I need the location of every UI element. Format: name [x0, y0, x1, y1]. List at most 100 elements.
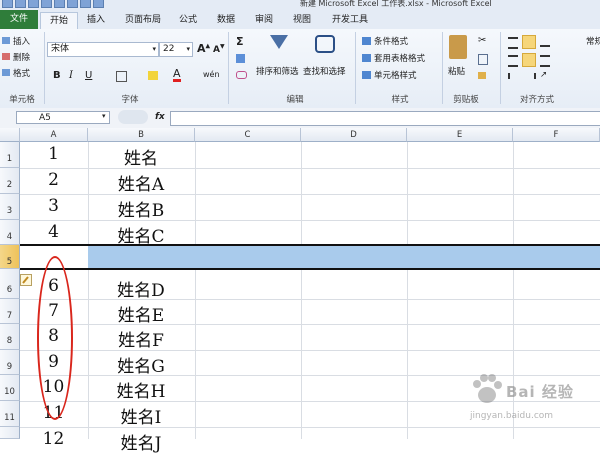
- new-icon[interactable]: [54, 0, 65, 8]
- delete-cells-button[interactable]: 删除: [13, 51, 30, 63]
- grid-line: [407, 142, 408, 439]
- cell-a3[interactable]: 3: [20, 196, 87, 216]
- format-painter-icon[interactable]: [478, 72, 486, 79]
- print-icon[interactable]: [80, 0, 91, 8]
- bold-icon[interactable]: B: [53, 70, 61, 81]
- align-right-icon[interactable]: [540, 55, 550, 67]
- watermark-url: jingyan.baidu.com: [470, 411, 554, 421]
- align-center-icon[interactable]: [522, 53, 536, 67]
- cell-b3[interactable]: 姓名B: [88, 196, 194, 221]
- cell-b7[interactable]: 姓名E: [88, 301, 194, 326]
- cell-styles-button[interactable]: 单元格样式: [374, 69, 417, 81]
- column-header-f[interactable]: F: [513, 128, 600, 142]
- cell-styles-icon: [362, 71, 371, 79]
- group-divider: [228, 32, 229, 104]
- clear-icon[interactable]: [236, 71, 247, 79]
- number-format-select[interactable]: 常规: [586, 35, 600, 47]
- column-header-b[interactable]: B: [88, 128, 195, 142]
- cell-a4[interactable]: 4: [20, 222, 87, 242]
- align-left-icon[interactable]: [508, 55, 518, 67]
- quick-access-toolbar: [2, 0, 104, 8]
- increase-indent-icon[interactable]: [524, 73, 536, 79]
- tab-formulas[interactable]: 公式: [176, 12, 200, 28]
- borders-icon[interactable]: [116, 71, 127, 82]
- cell-b8[interactable]: 姓名F: [88, 326, 194, 351]
- cell-a1[interactable]: 1: [20, 144, 87, 164]
- align-middle-icon[interactable]: [522, 35, 536, 49]
- redo-icon[interactable]: [41, 0, 52, 8]
- decrease-indent-icon[interactable]: [508, 73, 520, 79]
- font-name-select[interactable]: 宋体 ▾: [47, 42, 159, 57]
- copy-icon[interactable]: [478, 54, 488, 65]
- chevron-down-icon[interactable]: ▾: [102, 112, 106, 120]
- insert-options-icon[interactable]: [20, 274, 32, 286]
- open-icon[interactable]: [67, 0, 78, 8]
- cell-b9[interactable]: 姓名G: [88, 352, 194, 377]
- cell-b10[interactable]: 姓名H: [88, 377, 194, 402]
- undo-icon[interactable]: [28, 0, 39, 8]
- row-header[interactable]: 6: [0, 269, 20, 299]
- column-header-a[interactable]: A: [20, 128, 88, 142]
- autosum-icon[interactable]: Σ: [236, 35, 244, 48]
- font-color-icon[interactable]: A: [173, 68, 181, 82]
- cell-b2[interactable]: 姓名A: [88, 170, 194, 195]
- select-all-corner[interactable]: [0, 128, 20, 142]
- red-annotation-oval: [37, 256, 73, 420]
- column-header-c[interactable]: C: [195, 128, 301, 142]
- row-header[interactable]: 1: [0, 142, 20, 168]
- row-header[interactable]: 7: [0, 299, 20, 324]
- format-cells-button[interactable]: 格式: [13, 67, 30, 79]
- tab-page-layout[interactable]: 页面布局: [118, 12, 168, 28]
- fill-icon[interactable]: [236, 54, 245, 63]
- cell-a12[interactable]: 12: [20, 429, 87, 449]
- cut-icon[interactable]: ✂: [478, 35, 486, 46]
- italic-icon[interactable]: I: [69, 70, 73, 81]
- worksheet-grid[interactable]: A B C D E F 1 2 3 4 5 6 7 8 9 10 11 1 2 …: [0, 128, 600, 454]
- orientation-icon[interactable]: ↗: [540, 70, 547, 80]
- tab-data[interactable]: 数据: [214, 12, 238, 28]
- formula-input[interactable]: [170, 111, 600, 126]
- cell-b11[interactable]: 姓名I: [88, 403, 194, 428]
- find-select-button[interactable]: 查找和选择: [303, 65, 346, 77]
- grow-font-icon[interactable]: A▲: [197, 42, 210, 55]
- row-header[interactable]: 8: [0, 324, 20, 350]
- tab-review[interactable]: 审阅: [252, 12, 276, 28]
- underline-icon[interactable]: U: [85, 70, 92, 81]
- align-bottom-icon[interactable]: [540, 37, 550, 47]
- tab-file[interactable]: 文件: [0, 10, 38, 29]
- align-top-icon[interactable]: [508, 37, 518, 49]
- paste-button[interactable]: 粘贴: [448, 65, 465, 77]
- column-header-e[interactable]: E: [407, 128, 513, 142]
- save-icon[interactable]: [15, 0, 26, 8]
- cell-a2[interactable]: 2: [20, 170, 87, 190]
- font-size-select[interactable]: 22 ▾: [159, 42, 193, 57]
- cell-b4[interactable]: 姓名C: [88, 222, 194, 247]
- tab-insert[interactable]: 插入: [84, 12, 108, 28]
- tab-developer[interactable]: 开发工具: [328, 12, 372, 28]
- fill-color-icon[interactable]: [148, 71, 158, 80]
- shrink-font-icon[interactable]: A▼: [213, 43, 225, 55]
- insert-function-icon[interactable]: fx: [155, 112, 165, 122]
- row-header[interactable]: 9: [0, 350, 20, 375]
- format-as-table-button[interactable]: 套用表格格式: [374, 52, 425, 64]
- row-header[interactable]: 2: [0, 168, 20, 194]
- column-header-d[interactable]: D: [301, 128, 407, 142]
- cell-b1[interactable]: 姓名: [88, 144, 194, 169]
- row-header[interactable]: 4: [0, 220, 20, 245]
- row-header-selected[interactable]: 5: [0, 245, 20, 269]
- tab-view[interactable]: 视图: [290, 12, 314, 28]
- insert-cells-button[interactable]: 插入: [13, 35, 30, 47]
- name-box[interactable]: A5: [16, 111, 110, 124]
- conditional-format-button[interactable]: 条件格式: [374, 35, 408, 47]
- cell-b6[interactable]: 姓名D: [88, 276, 194, 301]
- row-header[interactable]: 10: [0, 375, 20, 401]
- row-header[interactable]: 3: [0, 194, 20, 220]
- sort-filter-button[interactable]: 排序和筛选: [256, 65, 299, 77]
- paw-logo-icon: [473, 374, 502, 403]
- row-header[interactable]: [0, 427, 20, 439]
- cell-b12[interactable]: 姓名J: [88, 429, 194, 454]
- phonetic-guide-icon[interactable]: wén: [203, 70, 220, 79]
- customize-qat-icon[interactable]: [93, 0, 104, 8]
- row-header[interactable]: 11: [0, 401, 20, 427]
- tab-home[interactable]: 开始: [40, 12, 78, 30]
